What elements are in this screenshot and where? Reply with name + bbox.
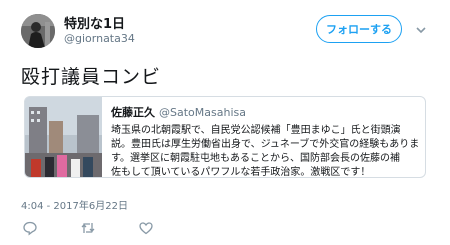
quoted-author-name: 佐藤正久 (111, 106, 155, 119)
chevron-down-icon[interactable] (415, 21, 427, 34)
user-handle[interactable]: @giornata34 (64, 32, 135, 45)
quoted-author[interactable]: 佐藤正久 @SatoMasahisa (111, 104, 246, 120)
tweet-text: 殴打議員コンビ (21, 66, 162, 88)
quoted-text-line: 説。豊田氏は厚生労働省出身で、ジュネーブで外交官の経験もありま (111, 139, 420, 150)
quoted-author-handle: @SatoMasahisa (159, 106, 246, 119)
follow-button[interactable]: フォローする (316, 15, 402, 43)
quoted-tweet-image (25, 97, 102, 177)
quoted-tweet-card[interactable]: 佐藤正久 @SatoMasahisa 埼玉県の北朝霞駅で、自民党公認候補「豊田まゆ… (24, 96, 426, 178)
quoted-text-line: 佐もして頂いているパワフルな若手政治家。激戦区です！ (111, 167, 371, 178)
timestamp[interactable]: 4:04 - 2017年6月22日 (21, 197, 128, 212)
quoted-text-line: 埼玉県の北朝霞駅で、自民党公認候補「豊田まゆこ」氏と街頭演 (111, 125, 401, 136)
reply-icon[interactable] (22, 220, 38, 236)
heart-icon[interactable] (138, 220, 154, 236)
display-name[interactable]: 特別な1日 (64, 13, 125, 32)
retweet-icon[interactable] (80, 220, 96, 236)
quoted-text-line: す。選挙区に朝霞駐屯地もあることから、国防部会長の佐藤の補 (111, 153, 400, 164)
tweet-header: 特別な1日 @giornata34 フォローする (0, 0, 450, 56)
avatar[interactable] (21, 14, 55, 48)
